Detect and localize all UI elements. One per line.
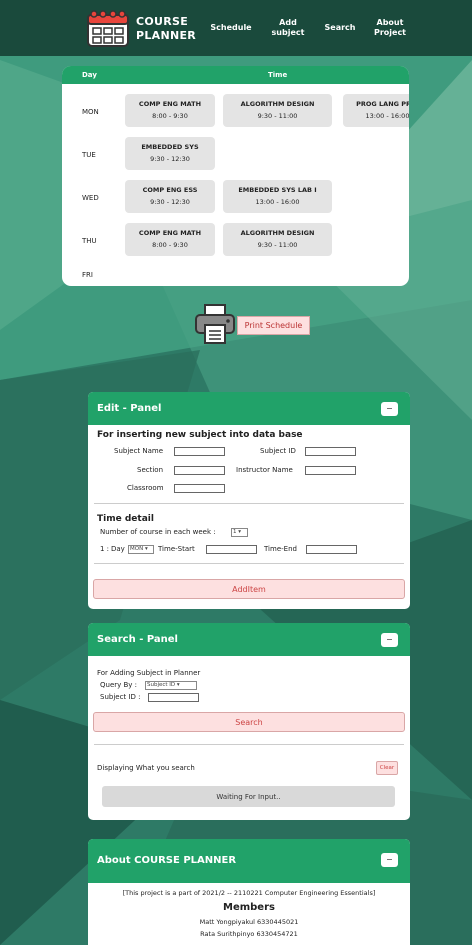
header-bar: COURSE PLANNER Schedule Add subject Searc…	[0, 0, 472, 56]
course-cell[interactable]: COMP ENG ESS 9:30 - 12:30	[125, 180, 215, 213]
num-course-label: Number of course in each week :	[100, 528, 216, 536]
about-panel-title: About COURSE PLANNER	[97, 855, 237, 866]
column-header-time: Time	[268, 71, 288, 79]
nav-about-project[interactable]: About Project	[368, 0, 412, 56]
brand-title[interactable]: COURSE PLANNER	[136, 15, 196, 43]
num-course-select[interactable]: 1 ▾	[231, 528, 248, 537]
edit-panel-title: Edit - Panel	[97, 403, 162, 414]
column-header-day: Day	[82, 71, 97, 79]
course-cell[interactable]: PROG LANG PRIN 13:00 - 16:00	[343, 94, 409, 127]
nav-schedule[interactable]: Schedule	[207, 0, 255, 56]
divider	[94, 563, 404, 564]
section-title: For inserting new subject into data base	[97, 430, 303, 440]
search-description: For Adding Subject in Planner	[97, 669, 201, 677]
printer-icon[interactable]	[193, 303, 237, 345]
day-label-mon: MON	[82, 108, 99, 116]
divider	[94, 744, 404, 745]
clear-button[interactable]: Clear	[376, 761, 398, 775]
day-label-wed: WED	[82, 194, 99, 202]
day-label: Day	[111, 545, 125, 553]
time-start-label: Time-Start	[158, 545, 195, 553]
subject-name-label: Subject Name	[114, 447, 164, 455]
course-cell[interactable]: EMBEDDED SYS 9:30 - 12:30	[125, 137, 215, 170]
section-input[interactable]	[174, 466, 225, 475]
nav-search[interactable]: Search	[320, 0, 360, 56]
add-item-button[interactable]: AddItem	[93, 579, 405, 599]
subject-id-search-input[interactable]	[148, 693, 199, 702]
about-panel-header: About COURSE PLANNER	[88, 839, 410, 883]
classroom-label: Classroom	[127, 484, 164, 492]
time-detail-title: Time detail	[97, 514, 154, 524]
day-select[interactable]: MON ▾	[128, 545, 154, 554]
schedule-header-row: Day Time	[62, 66, 409, 84]
search-panel: Search - Panel For Adding Subject in Pla…	[88, 623, 410, 820]
course-cell[interactable]: COMP ENG MATH 8:00 - 9:30	[125, 223, 215, 256]
print-schedule-button[interactable]: Print Schedule	[237, 316, 310, 335]
query-by-select[interactable]: Subject ID ▾	[145, 681, 197, 690]
minimize-button[interactable]	[381, 853, 398, 867]
course-cell[interactable]: COMP ENG MATH 8:00 - 9:30	[125, 94, 215, 127]
subject-name-input[interactable]	[174, 447, 225, 456]
classroom-input[interactable]	[174, 484, 225, 493]
section-label: Section	[137, 466, 164, 474]
nav-add-subject[interactable]: Add subject	[268, 0, 308, 56]
search-result-box: Waiting For Input..	[102, 786, 395, 807]
edit-panel: Edit - Panel For inserting new subject i…	[88, 392, 410, 609]
row-index-label: 1 :	[100, 545, 110, 553]
about-note: [This project is a part of 2021/2 -- 211…	[122, 889, 376, 897]
subject-id-label: Subject ID :	[100, 693, 141, 701]
time-end-input[interactable]	[306, 545, 357, 554]
members-title: Members	[223, 902, 275, 913]
subject-id-label: Subject ID	[260, 447, 296, 455]
day-label-thu: THU	[82, 237, 97, 245]
displaying-label: Displaying What you search	[97, 764, 195, 772]
search-panel-title: Search - Panel	[97, 634, 178, 645]
day-label-fri: FRI	[82, 271, 93, 279]
query-by-label: Query By :	[100, 681, 138, 689]
divider	[94, 503, 404, 504]
instructor-name-input[interactable]	[305, 466, 356, 475]
course-cell[interactable]: ALGORITHM DESIGN 9:30 - 11:00	[223, 94, 332, 127]
member-item: Rata Surithpinyo 6330454721	[200, 930, 298, 938]
minimize-button[interactable]	[381, 633, 398, 647]
calendar-logo-icon	[87, 10, 129, 47]
edit-panel-header: Edit - Panel	[88, 392, 410, 425]
about-panel: About COURSE PLANNER [This project is a …	[88, 839, 410, 945]
minimize-button[interactable]	[381, 402, 398, 416]
course-cell[interactable]: ALGORITHM DESIGN 9:30 - 11:00	[223, 223, 332, 256]
search-panel-header: Search - Panel	[88, 623, 410, 656]
course-cell[interactable]: EMBEDDED SYS LAB I 13:00 - 16:00	[223, 180, 332, 213]
time-start-input[interactable]	[206, 545, 257, 554]
subject-id-input[interactable]	[305, 447, 356, 456]
schedule-table: Day Time MON TUE WED THU FRI COMP ENG MA…	[62, 66, 409, 286]
instructor-name-label: Instructor Name	[236, 466, 293, 474]
member-item: Matt Yongpiyakul 6330445021	[199, 918, 299, 926]
search-button[interactable]: Search	[93, 712, 405, 732]
time-end-label: Time-End	[264, 545, 297, 553]
day-label-tue: TUE	[82, 151, 96, 159]
